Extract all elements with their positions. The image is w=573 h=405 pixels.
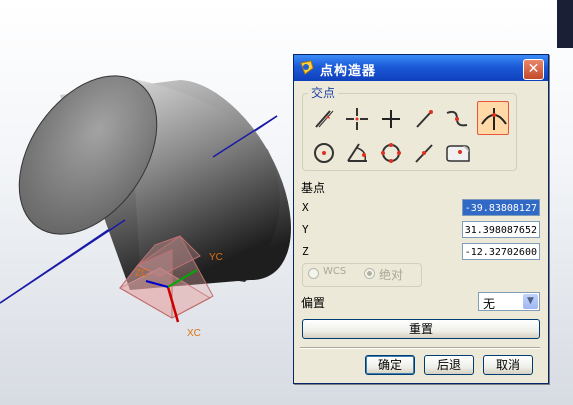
arc-center-tool[interactable] — [310, 139, 338, 167]
point-on-curve-icon — [415, 144, 433, 163]
cursor-location-icon — [346, 108, 368, 130]
x-label: X — [302, 201, 309, 214]
cursor-location-tool[interactable] — [343, 105, 371, 133]
y-label: Y — [302, 223, 309, 236]
end-point-tool[interactable] — [410, 105, 438, 133]
arc-center-icon — [314, 143, 334, 163]
base-point-label: 基点 — [301, 181, 326, 195]
y-coordinate-input[interactable]: 31.398087652 — [462, 221, 540, 238]
existing-point-icon — [382, 110, 400, 128]
control-point-icon — [446, 110, 468, 127]
z-coordinate-input[interactable]: -12.32702600 — [462, 243, 540, 260]
intersection-point-tool[interactable] — [477, 101, 509, 135]
point-constructor-dialog[interactable]: 点构造器 ✕ 交点 基点 X -39.83808127 Y 31.3980876… — [293, 54, 549, 384]
absolute-radio[interactable] — [364, 268, 375, 279]
offset-label: 偏置 — [301, 296, 326, 310]
z-label: Z — [302, 245, 309, 258]
offset-dropdown[interactable]: 无 ▼ — [478, 292, 540, 311]
intersection-point-icon — [481, 108, 507, 130]
cancel-button[interactable]: 取消 — [483, 355, 533, 375]
yc-label: YC — [209, 252, 223, 263]
corner-window-fragment — [557, 0, 573, 48]
quadrant-point-tool[interactable] — [377, 139, 405, 167]
intersection-group-label: 交点 — [308, 84, 339, 101]
reset-button[interactable]: 重置 — [302, 319, 540, 339]
x-coordinate-input[interactable]: -39.83808127 — [462, 199, 540, 216]
point-on-surface-tool[interactable] — [443, 139, 471, 167]
xc-label: XC — [187, 328, 201, 339]
dialog-titlebar[interactable]: 点构造器 ✕ — [294, 55, 548, 81]
point-on-surface-icon — [446, 145, 470, 162]
button-separator — [300, 347, 540, 349]
point-on-curve-tool[interactable] — [410, 139, 438, 167]
angle-on-arc-icon — [347, 143, 367, 162]
control-point-tool[interactable] — [443, 105, 471, 133]
dialog-title: 点构造器 — [320, 64, 377, 79]
end-point-icon — [416, 110, 433, 128]
chevron-down-icon[interactable]: ▼ — [523, 294, 538, 309]
angle-on-arc-tool[interactable] — [343, 139, 371, 167]
inferred-point-icon — [315, 110, 334, 128]
quadrant-point-icon — [381, 143, 401, 163]
coordinate-system-group — [302, 263, 422, 287]
ok-button[interactable]: 确定 — [365, 355, 415, 375]
close-button[interactable]: ✕ — [523, 59, 544, 80]
absolute-radio-label: 绝对 — [379, 268, 404, 282]
back-button[interactable]: 后退 — [424, 355, 474, 375]
offset-dropdown-value: 无 — [483, 297, 496, 311]
wcs-radio-label: WCS — [323, 266, 347, 277]
wcs-radio[interactable] — [308, 268, 319, 279]
app-icon — [300, 60, 314, 75]
inferred-point-tool[interactable] — [310, 105, 338, 133]
zc-label: ZC — [135, 268, 148, 279]
existing-point-tool[interactable] — [377, 105, 405, 133]
